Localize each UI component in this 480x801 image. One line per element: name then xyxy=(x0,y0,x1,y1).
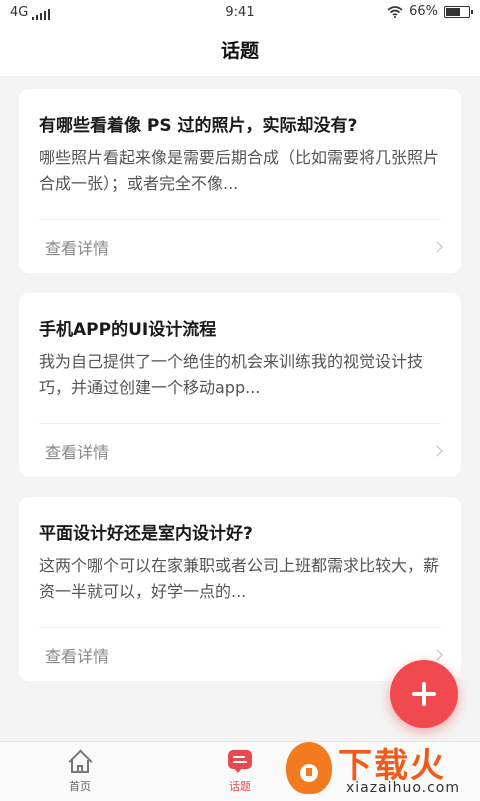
status-right: 66% xyxy=(387,4,473,19)
view-details-label: 查看详情 xyxy=(45,238,110,258)
tab-home[interactable]: 首页 xyxy=(45,749,115,794)
topic-summary: 哪些照片看起来像是需要后期合成（比如需要将几张照片合成一张）；或者完全不像... xyxy=(39,148,440,193)
topic-card[interactable]: 有哪些看着像 PS 过的照片，实际却没有? 哪些照片看起来像是需要后期合成（比如… xyxy=(19,89,461,273)
tab-topics[interactable]: 话题 xyxy=(205,750,275,794)
topic-summary: 这两个哪个可以在家兼职或者公司上班都需求比较大，薪资一半就可以，好学一点的... xyxy=(39,556,440,601)
tab-topics-label: 话题 xyxy=(229,780,251,793)
wifi-icon xyxy=(387,5,403,18)
page-title: 话题 xyxy=(0,26,480,76)
view-details-link[interactable]: 查看详情 xyxy=(39,220,445,273)
topic-card[interactable]: 平面设计好还是室内设计好? 这两个哪个可以在家兼职或者公司上班都需求比较大，薪资… xyxy=(19,497,461,681)
flame-icon xyxy=(286,742,332,794)
battery-percent: 66% xyxy=(409,4,438,19)
battery-level xyxy=(446,7,460,16)
topic-summary: 我为自己提供了一个绝佳的机会来训练我的视觉设计技巧，并通过创建一个移动app..… xyxy=(39,352,424,397)
topic-title: 有哪些看着像 PS 过的照片，实际却没有? xyxy=(39,116,358,136)
view-details-label: 查看详情 xyxy=(45,646,110,666)
view-details-link[interactable]: 查看详情 xyxy=(39,628,445,681)
chevron-right-icon xyxy=(431,648,443,661)
status-bar: 4G 9:41 66% xyxy=(0,0,480,26)
watermark-domain: xiazaihuo.com xyxy=(346,780,460,796)
topic-title: 平面设计好还是室内设计好? xyxy=(39,524,253,544)
battery-icon xyxy=(444,5,473,18)
topic-list: 有哪些看着像 PS 过的照片，实际却没有? 哪些照片看起来像是需要后期合成（比如… xyxy=(19,89,461,701)
tab-home-label: 首页 xyxy=(69,780,91,793)
chat-icon xyxy=(227,750,253,774)
add-topic-button[interactable] xyxy=(390,660,458,728)
chevron-right-icon xyxy=(431,444,443,457)
topic-card[interactable]: 手机APP的UI设计流程 我为自己提供了一个绝佳的机会来训练我的视觉设计技巧，并… xyxy=(19,293,461,477)
view-details-link[interactable]: 查看详情 xyxy=(39,424,445,477)
topic-title: 手机APP的UI设计流程 xyxy=(39,320,217,340)
home-icon xyxy=(67,749,93,774)
view-details-label: 查看详情 xyxy=(45,442,110,462)
watermark-logo: 下载火 xiazaihuo.com xyxy=(282,736,480,800)
chevron-right-icon xyxy=(431,240,443,253)
